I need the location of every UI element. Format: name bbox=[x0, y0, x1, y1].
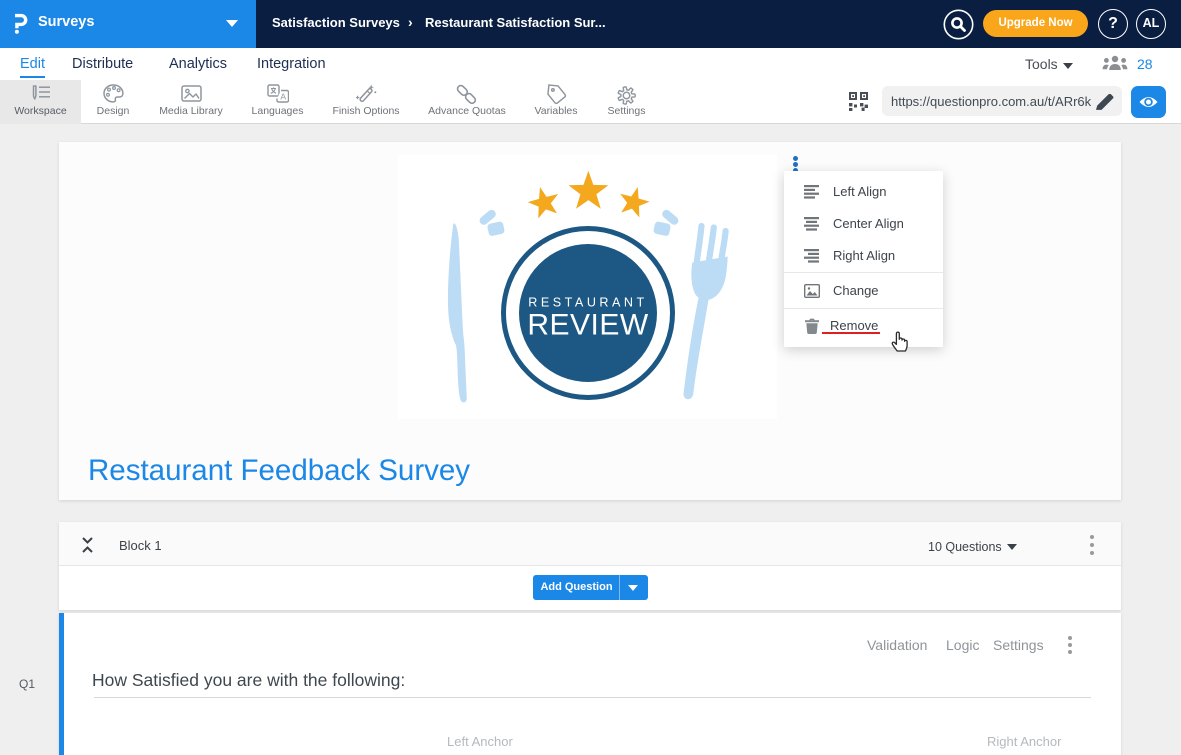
svg-text:A: A bbox=[280, 91, 286, 101]
svg-text:REVIEW: REVIEW bbox=[527, 309, 649, 342]
svg-text:RESTAURANT: RESTAURANT bbox=[528, 296, 647, 310]
